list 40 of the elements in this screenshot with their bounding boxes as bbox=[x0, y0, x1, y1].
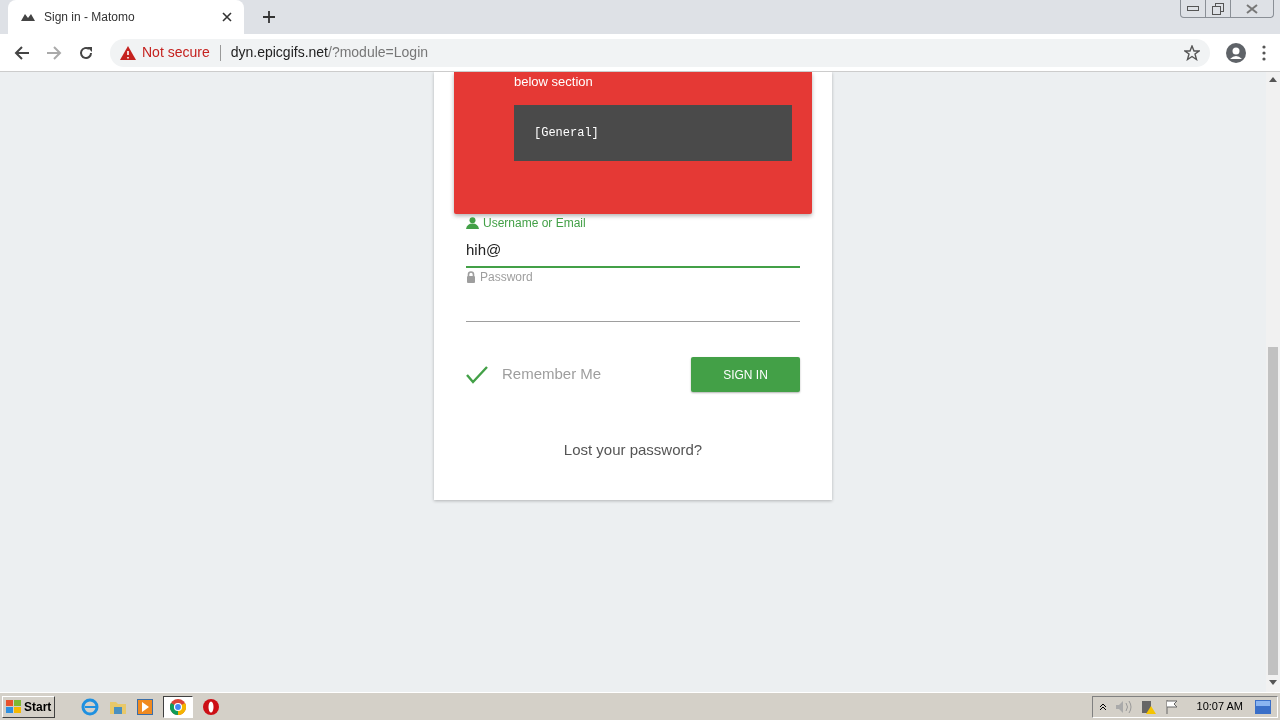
address-bar[interactable]: Not secure dyn.epicgifs.net/?module=Login bbox=[110, 38, 1210, 67]
minimize-icon bbox=[1187, 6, 1199, 11]
tab-title: Sign in - Matomo bbox=[44, 9, 136, 26]
browser-tab[interactable]: Sign in - Matomo bbox=[8, 0, 244, 34]
user-icon bbox=[466, 217, 479, 229]
start-button[interactable]: Start bbox=[2, 695, 56, 718]
network-warning-icon[interactable] bbox=[1140, 698, 1157, 715]
scroll-down-icon[interactable] bbox=[1269, 680, 1277, 685]
lost-password-link[interactable]: Lost your password? bbox=[563, 439, 703, 462]
error-message: below section bbox=[514, 73, 594, 91]
scrollbar[interactable] bbox=[1266, 72, 1280, 692]
checkbox[interactable] bbox=[466, 365, 488, 384]
chrome-icon bbox=[170, 698, 187, 715]
profile-icon[interactable] bbox=[1226, 42, 1246, 63]
scroll-thumb[interactable] bbox=[1268, 347, 1278, 675]
new-tab-icon[interactable] bbox=[262, 10, 276, 24]
site-logo-icon bbox=[20, 12, 36, 22]
close-icon[interactable] bbox=[222, 12, 232, 22]
opera-icon[interactable] bbox=[203, 698, 220, 715]
code-block: [General] bbox=[514, 105, 792, 161]
chevron-up-icon[interactable] bbox=[1098, 702, 1107, 711]
back-icon[interactable] bbox=[14, 44, 30, 61]
media-player-icon[interactable] bbox=[137, 698, 154, 715]
url-text: dyn.epicgifs.net/?module=Login bbox=[230, 43, 429, 62]
scroll-up-icon[interactable] bbox=[1269, 77, 1277, 82]
chrome-taskbar-button[interactable] bbox=[163, 695, 194, 718]
windows-logo-icon bbox=[6, 699, 22, 714]
flag-icon[interactable] bbox=[1164, 698, 1179, 715]
star-icon[interactable] bbox=[1184, 44, 1200, 61]
lock-icon bbox=[466, 271, 476, 283]
close-icon bbox=[1246, 3, 1258, 14]
menu-icon[interactable] bbox=[1262, 44, 1266, 61]
clock[interactable]: 10:07 AM bbox=[1196, 698, 1243, 715]
show-desktop-icon[interactable] bbox=[1255, 699, 1271, 714]
field-label: Password bbox=[480, 269, 533, 286]
input-field[interactable]: hih@ bbox=[466, 232, 800, 268]
security-status[interactable]: Not secure bbox=[142, 42, 210, 63]
field-label: Username or Email bbox=[483, 215, 586, 232]
reload-icon[interactable] bbox=[78, 44, 94, 61]
warning-icon bbox=[120, 45, 136, 60]
